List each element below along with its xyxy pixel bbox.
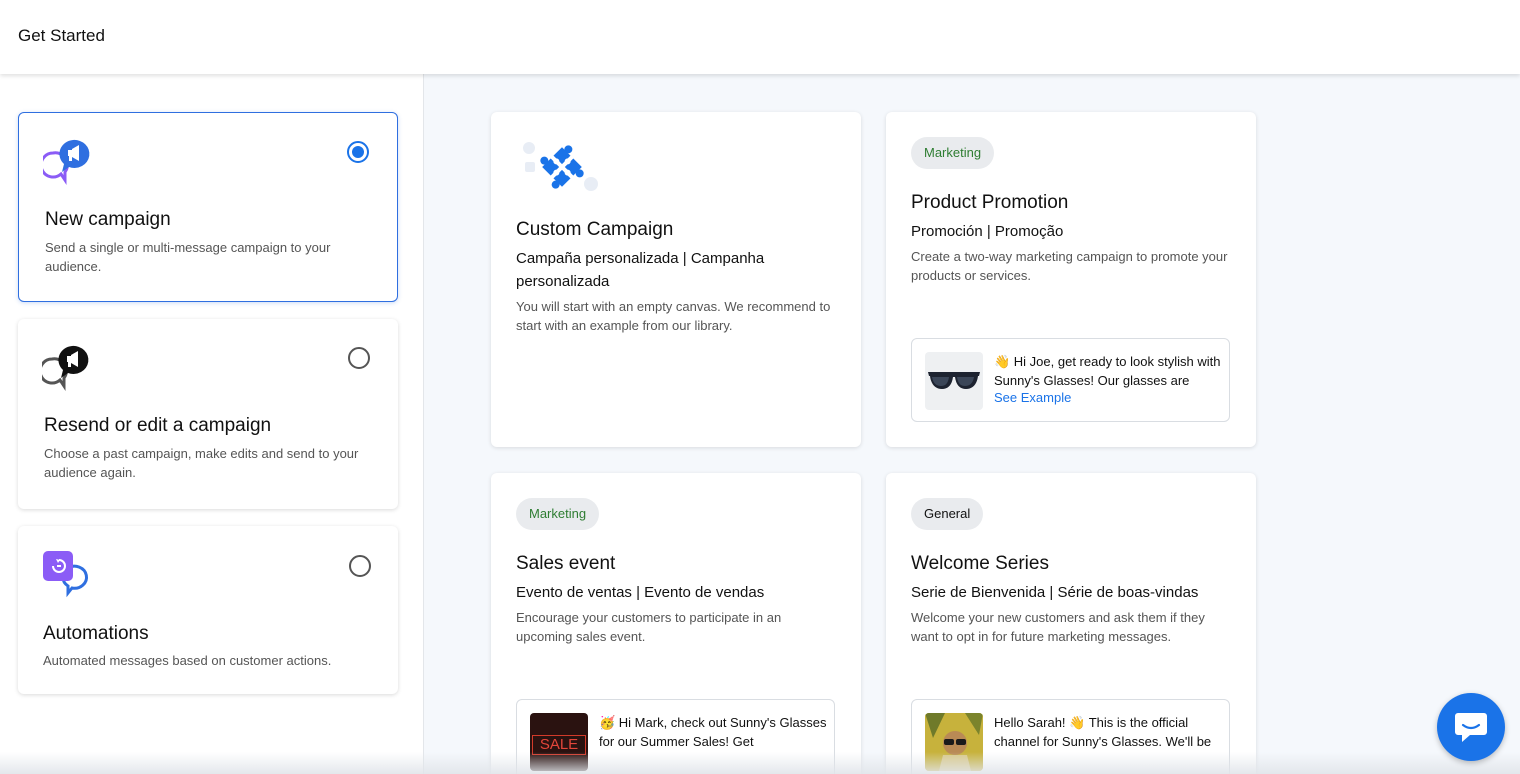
chat-bubble-icon [1455, 713, 1487, 742]
option-new-campaign[interactable]: New campaign Send a single or multi-mess… [18, 112, 398, 302]
option-title: Resend or edit a campaign [44, 415, 272, 436]
message-preview: 👋 Hi Joe, get ready to look stylish with… [911, 338, 1230, 422]
new-campaign-radio[interactable] [347, 141, 369, 163]
resend-campaign-radio[interactable] [348, 347, 370, 369]
template-description: Create a two-way marketing campaign to p… [911, 249, 1228, 283]
option-title: New campaign [45, 209, 171, 230]
preview-message: 🥳 Hi Mark, check out Sunny's Glasses for… [599, 715, 827, 749]
page-title: Get Started [18, 26, 105, 45]
option-description: Send a single or multi-message campaign … [45, 240, 331, 274]
template-title: Welcome Series [911, 553, 1049, 574]
template-card-sales-event[interactable]: Marketing Sales event Evento de ventas |… [491, 473, 861, 774]
preview-message: 👋 Hi Joe, get ready to look stylish with… [994, 354, 1221, 388]
megaphone-chat-icon [39, 137, 93, 187]
option-resend-campaign[interactable]: Resend or edit a campaign Choose a past … [18, 319, 398, 509]
chat-button[interactable] [1437, 693, 1505, 761]
automation-chat-icon [42, 550, 92, 600]
template-subtitle: Campaña personalizada | Campanha persona… [516, 250, 765, 290]
see-example-link[interactable]: See Example [994, 390, 1071, 405]
option-automations[interactable]: Automations Automated messages based on … [18, 526, 398, 694]
category-tag: Marketing [516, 498, 600, 530]
template-title: Custom Campaign [516, 219, 674, 240]
template-card-custom-campaign[interactable]: Custom Campaign Campaña personalizada | … [491, 112, 861, 447]
template-card-product-promotion[interactable]: Marketing Product Promotion Promoción | … [886, 112, 1256, 447]
template-description: Encourage your customers to participate … [516, 610, 782, 644]
template-description: You will start with an empty canvas. We … [516, 299, 831, 333]
top-bar: Get Started [0, 0, 1520, 74]
automations-radio[interactable] [349, 555, 371, 577]
preview-message: Hello Sarah! 👋 This is the official chan… [994, 715, 1212, 749]
template-subtitle: Serie de Bienvenida | Série de boas-vind… [911, 584, 1199, 601]
category-tag: Marketing [911, 137, 995, 169]
bottom-fade [0, 752, 1520, 774]
megaphone-chat-dark-icon [38, 343, 92, 393]
option-description: Automated messages based on customer act… [43, 653, 332, 668]
template-subtitle: Promoción | Promoção [911, 223, 1064, 240]
template-subtitle: Evento de ventas | Evento de vendas [516, 584, 765, 601]
template-title: Sales event [516, 553, 616, 574]
template-title: Product Promotion [911, 192, 1069, 213]
puzzle-icon [519, 136, 601, 198]
option-title: Automations [43, 623, 149, 644]
campaign-type-panel: New campaign Send a single or multi-mess… [0, 74, 424, 774]
sunglasses-image [925, 352, 983, 410]
template-description: Welcome your new customers and ask them … [911, 610, 1205, 644]
option-description: Choose a past campaign, make edits and s… [44, 446, 359, 480]
category-tag: General [911, 498, 984, 530]
template-card-welcome-series[interactable]: General Welcome Series Serie de Bienveni… [886, 473, 1256, 774]
template-gallery: Custom Campaign Campaña personalizada | … [424, 74, 1520, 774]
